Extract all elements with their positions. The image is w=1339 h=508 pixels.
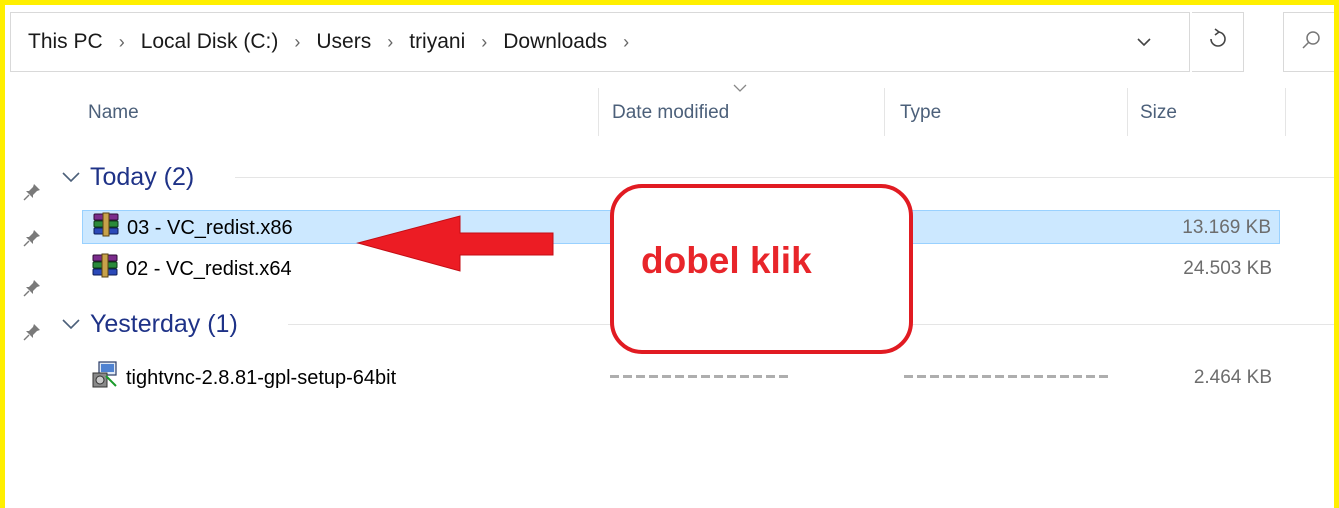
refresh-icon (1207, 27, 1229, 58)
file-row[interactable]: tightvnc-2.8.81-gpl-setup-64bit 2.464 KB (82, 361, 1280, 395)
column-divider[interactable] (598, 88, 599, 136)
breadcrumb: This PC › Local Disk (C:) › Users › triy… (26, 13, 643, 71)
installer-icon (90, 360, 120, 396)
chevron-down-icon[interactable] (62, 167, 80, 188)
column-header: Name Date modified Type Size (0, 88, 1339, 138)
breadcrumb-this-pc[interactable]: This PC (26, 30, 105, 54)
breadcrumb-chevron-icon[interactable]: › (467, 32, 501, 53)
pin-icon[interactable] (22, 182, 42, 202)
file-name: 03 - VC_redist.x86 (127, 216, 293, 239)
column-divider[interactable] (884, 88, 885, 136)
pin-icon[interactable] (22, 322, 42, 342)
breadcrumb-triyani[interactable]: triyani (407, 30, 467, 54)
breadcrumb-chevron-icon[interactable]: › (609, 32, 643, 53)
annotation-text: dobel klik (641, 240, 812, 281)
pin-icon[interactable] (22, 228, 42, 248)
column-name[interactable]: Name (76, 88, 598, 138)
refresh-button[interactable] (1192, 12, 1244, 72)
type-blurred (904, 375, 1112, 378)
address-bar[interactable]: This PC › Local Disk (C:) › Users › triy… (10, 12, 1190, 72)
breadcrumb-chevron-icon[interactable]: › (280, 32, 314, 53)
column-size[interactable]: Size (1128, 88, 1286, 138)
chevron-down-icon[interactable] (62, 314, 80, 335)
date-modified-blurred (610, 375, 788, 378)
column-divider[interactable] (1285, 88, 1286, 136)
file-name: tightvnc-2.8.81-gpl-setup-64bit (126, 366, 397, 389)
search-icon (1300, 29, 1322, 56)
winrar-archive-icon (90, 253, 120, 285)
highlight-frame-right (1334, 0, 1339, 508)
breadcrumb-downloads[interactable]: Downloads (501, 30, 609, 54)
breadcrumb-local-disk[interactable]: Local Disk (C:) (139, 30, 281, 54)
breadcrumb-users[interactable]: Users (314, 30, 373, 54)
group-header-today[interactable]: Today (2) (62, 160, 194, 194)
column-date-modified[interactable]: Date modified (600, 88, 884, 138)
winrar-archive-icon (91, 212, 121, 244)
group-label: Today (2) (90, 162, 195, 191)
column-type[interactable]: Type (888, 88, 1126, 138)
file-size: 13.169 KB (1182, 217, 1271, 238)
file-size: 2.464 KB (1193, 367, 1272, 388)
search-input[interactable] (1283, 12, 1339, 72)
red-arrow-icon (356, 215, 554, 272)
group-header-yesterday[interactable]: Yesterday (1) (62, 307, 238, 341)
annotation-callout: dobel klik (610, 184, 913, 354)
file-name: 02 - VC_redist.x64 (126, 257, 292, 280)
breadcrumb-chevron-icon[interactable]: › (373, 32, 407, 53)
pin-icon[interactable] (22, 278, 42, 298)
file-size: 24.503 KB (1183, 258, 1272, 279)
group-divider (235, 177, 1335, 178)
breadcrumb-chevron-icon[interactable]: › (105, 32, 139, 53)
chevron-down-icon[interactable] (1129, 13, 1159, 71)
group-label: Yesterday (1) (90, 309, 238, 338)
